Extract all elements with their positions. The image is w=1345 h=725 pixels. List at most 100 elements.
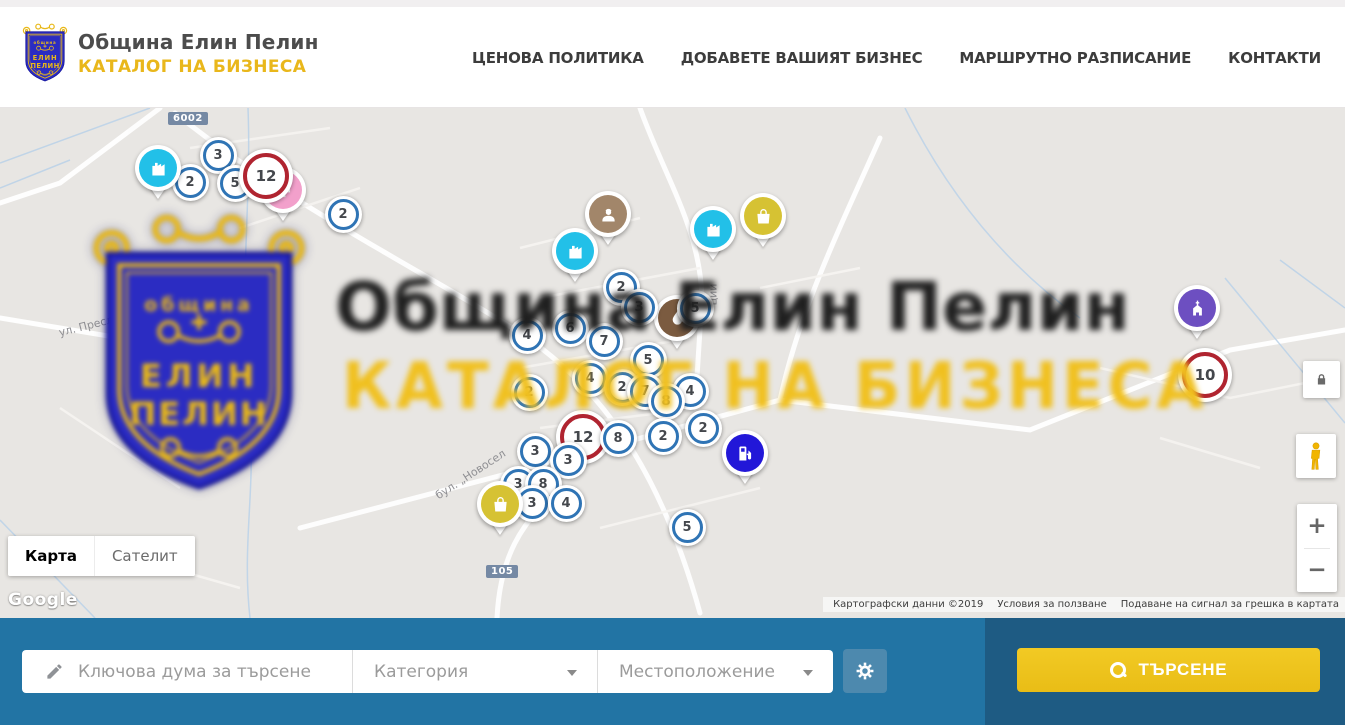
cluster-count: 2 xyxy=(616,280,625,295)
google-logo[interactable]: Google xyxy=(8,590,78,610)
map-type-satellite-button[interactable]: Сателит xyxy=(94,536,195,576)
cluster-count: 2 xyxy=(185,175,194,190)
cluster-marker[interactable]: 10 xyxy=(1178,348,1232,402)
factory-category-pin[interactable] xyxy=(690,206,736,252)
cluster-count: 5 xyxy=(690,301,699,316)
cluster-count: 2 xyxy=(617,380,626,395)
search-bar: ТЪРСЕНЕ Категория Местоположение xyxy=(0,618,1345,725)
zoom-out-button[interactable]: − xyxy=(1297,548,1337,592)
search-button-label: ТЪРСЕНЕ xyxy=(1139,660,1228,680)
nav-item-contacts[interactable]: КОНТАКТИ xyxy=(1228,49,1321,67)
cluster-marker[interactable]: 4 xyxy=(548,485,585,522)
attribution-copyright: Картографски данни ©2019 xyxy=(833,599,983,610)
top-strip xyxy=(0,0,1345,7)
cluster-count: 8 xyxy=(661,394,670,409)
lock-icon xyxy=(1314,372,1329,387)
worker-category-pin[interactable] xyxy=(585,191,631,237)
zoom-control: + − xyxy=(1297,504,1337,592)
bag-icon xyxy=(481,485,519,523)
cluster-count: 2 xyxy=(338,207,347,222)
page: община ЕЛИН ПЕЛИН Община Елин Пелин КАТА… xyxy=(0,0,1345,725)
nav-item-bus-schedule[interactable]: МАРШРУТНО РАЗПИСАНИЕ xyxy=(959,49,1191,67)
road-number-badge: 6002 xyxy=(168,112,208,125)
cluster-marker[interactable]: 5 xyxy=(669,509,706,546)
search-fields: Категория Местоположение xyxy=(22,650,833,693)
svg-text:ПЕЛИН: ПЕЛИН xyxy=(30,62,59,70)
cluster-marker[interactable]: 6 xyxy=(552,310,589,347)
brand-text: Община Елин Пелин КАТАЛОГ НА БИЗНЕСА xyxy=(78,30,319,77)
google-map[interactable]: община ЕЛИН ПЕЛИН Община Елин Пелин КАТА… xyxy=(0,108,1345,618)
factory-icon xyxy=(694,210,732,248)
brand-logo-link[interactable]: община ЕЛИН ПЕЛИН Община Елин Пелин КАТА… xyxy=(21,23,319,83)
cluster-count: 3 xyxy=(527,496,536,511)
cluster-count: 2 xyxy=(698,421,707,436)
bag-category-pin[interactable] xyxy=(477,481,523,527)
bag-category-pin[interactable] xyxy=(740,193,786,239)
map-attribution: Картографски данни ©2019 Условия за полз… xyxy=(823,597,1345,612)
search-icon xyxy=(1110,662,1127,679)
cluster-marker[interactable]: 4 xyxy=(509,317,546,354)
cluster-marker[interactable]: 3 xyxy=(517,433,554,470)
cluster-count: 2 xyxy=(658,429,667,444)
svg-text:ЕЛИН: ЕЛИН xyxy=(33,54,58,62)
nav-item-add-business[interactable]: ДОБАВЕТЕ ВАШИЯТ БИЗНЕС xyxy=(681,49,923,67)
cluster-count: 6 xyxy=(565,321,574,336)
header: община ЕЛИН ПЕЛИН Община Елин Пелин КАТА… xyxy=(0,7,1345,108)
nav-item-pricing[interactable]: ЦЕНОВА ПОЛИТИКА xyxy=(472,49,644,67)
search-bar-right-panel: ТЪРСЕНЕ xyxy=(985,618,1345,725)
attribution-report-link[interactable]: Подаване на сигнал за грешка в картата xyxy=(1121,599,1339,610)
cluster-count: 7 xyxy=(599,334,608,349)
cluster-marker[interactable]: 5 xyxy=(677,290,714,327)
cluster-marker[interactable]: 7 xyxy=(586,323,623,360)
cluster-marker[interactable]: 2 xyxy=(325,196,362,233)
fuel-icon xyxy=(726,434,764,472)
main-nav: ЦЕНОВА ПОЛИТИКА ДОБАВЕТЕ ВАШИЯТ БИЗНЕС М… xyxy=(472,7,1321,108)
cluster-count: 2 xyxy=(524,385,533,400)
map-lock-button[interactable] xyxy=(1303,361,1340,398)
cluster-marker[interactable]: 2 xyxy=(685,410,722,447)
cluster-count: 4 xyxy=(585,371,594,386)
street-view-pegman-button[interactable] xyxy=(1296,434,1336,478)
factory-icon xyxy=(139,149,177,187)
chevron-down-icon xyxy=(567,670,577,681)
location-select-value: Местоположение xyxy=(619,662,775,682)
cluster-count: 8 xyxy=(613,431,622,446)
search-button[interactable]: ТЪРСЕНЕ xyxy=(1017,648,1320,692)
cluster-count: 4 xyxy=(561,496,570,511)
zoom-in-button[interactable]: + xyxy=(1297,504,1337,548)
svg-text:община: община xyxy=(33,40,56,45)
site-title: Община Елин Пелин xyxy=(78,30,319,54)
fuel-category-pin[interactable] xyxy=(722,430,768,476)
cluster-marker[interactable]: 8 xyxy=(600,420,637,457)
category-select-value: Категория xyxy=(374,662,468,682)
cluster-marker[interactable]: 2 xyxy=(511,374,548,411)
cluster-count: 3 xyxy=(530,444,539,459)
keyword-search-input[interactable] xyxy=(78,662,352,682)
cluster-count: 5 xyxy=(643,353,652,368)
cluster-count: 3 xyxy=(563,453,572,468)
location-select[interactable]: Местоположение xyxy=(597,650,833,693)
attribution-terms-link[interactable]: Условия за ползване xyxy=(997,599,1106,610)
cluster-marker[interactable]: 3 xyxy=(621,289,658,326)
cluster-marker[interactable]: 12 xyxy=(239,149,293,203)
map-type-map-button[interactable]: Карта xyxy=(8,536,94,576)
cluster-count: 3 xyxy=(634,300,643,315)
municipality-crest-icon: община ЕЛИН ПЕЛИН xyxy=(21,23,69,83)
cluster-count: 10 xyxy=(1195,366,1216,384)
cluster-count: 3 xyxy=(213,148,222,163)
cluster-count: 4 xyxy=(522,328,531,343)
keyword-section xyxy=(22,650,352,693)
church-category-pin[interactable] xyxy=(1174,285,1220,331)
bag-icon xyxy=(744,197,782,235)
cluster-marker[interactable]: 8 xyxy=(648,383,685,420)
cluster-marker[interactable]: 2 xyxy=(645,418,682,455)
advanced-search-button[interactable] xyxy=(843,649,887,693)
church-icon xyxy=(1178,289,1216,327)
cluster-count: 5 xyxy=(682,520,691,535)
cluster-marker[interactable]: 4 xyxy=(572,360,609,397)
gear-icon xyxy=(854,660,876,682)
cluster-count: 4 xyxy=(685,384,694,399)
category-select[interactable]: Категория xyxy=(352,650,597,693)
pegman-icon xyxy=(1305,441,1327,471)
factory-category-pin[interactable] xyxy=(135,145,181,191)
